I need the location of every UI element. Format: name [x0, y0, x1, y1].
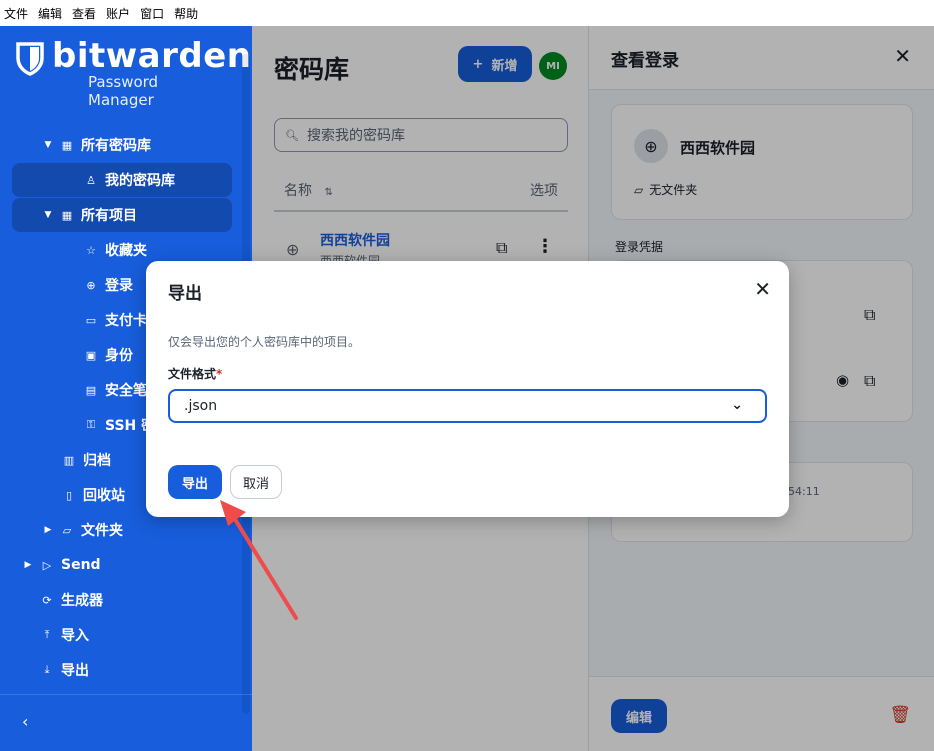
required-mark: * [216, 367, 223, 381]
export-dialog: 导出 ✕ 仅会导出您的个人密码库中的项目。 文件格式* .json ⌄ 导出 取… [146, 261, 789, 517]
note-icon: ▤ [85, 383, 97, 397]
cancel-button[interactable]: 取消 [230, 465, 282, 499]
sidebar-item-import[interactable]: ⤒ 导入 [12, 618, 232, 652]
sidebar-item-label: 我的密码库 [105, 173, 175, 189]
menu-account[interactable]: 账户 [106, 5, 130, 22]
logo-word: bitwarden [52, 36, 252, 76]
shield-icon [16, 42, 44, 76]
generator-icon: ⟳ [42, 593, 52, 607]
collapse-sidebar-icon[interactable]: ‹ [22, 712, 28, 731]
menu-window[interactable]: 窗口 [140, 5, 164, 22]
star-icon: ☆ [86, 243, 96, 257]
sidebar-item-label: 导出 [61, 663, 89, 679]
sidebar-item-label: 登录 [105, 278, 133, 294]
send-icon: ▷ [42, 558, 52, 572]
menu-view[interactable]: 查看 [72, 5, 96, 22]
file-format-select[interactable]: .json ⌄ [168, 389, 767, 423]
dialog-title: 导出 [168, 284, 202, 304]
dialog-hint: 仅会导出您的个人密码库中的项目。 [168, 335, 361, 349]
format-label-text: 文件格式 [168, 367, 217, 381]
sidebar-item-label: 生成器 [61, 593, 103, 609]
sidebar-item-label: 收藏夹 [105, 243, 147, 259]
globe-icon: ⊕ [86, 278, 96, 292]
folder-icon: ▱ [62, 523, 72, 537]
sidebar-item-all-vaults[interactable]: ▼ ▦ 所有密码库 [12, 128, 232, 162]
id-icon: ▣ [85, 348, 97, 362]
format-label: 文件格式* [168, 365, 222, 382]
chevron-down-icon: ⌄ [731, 397, 743, 413]
caret-right-icon: ▶ [24, 560, 32, 570]
sidebar-item-all-items[interactable]: ▼ ▦ 所有项目 [12, 198, 232, 232]
bitwarden-logo: bitwarden Password Manager [16, 36, 251, 109]
sidebar-item-label: Send [61, 557, 101, 573]
grid-icon: ▦ [61, 138, 73, 152]
file-format-value: .json [184, 398, 218, 414]
menu-bar: 文件 编辑 查看 账户 窗口 帮助 [0, 0, 934, 26]
sidebar-item-label: 身份 [105, 348, 133, 364]
key-icon: ⚿ [86, 418, 96, 431]
sidebar-item-label: 支付卡 [105, 313, 147, 329]
sidebar-item-generator[interactable]: ⟳ 生成器 [12, 583, 232, 617]
sidebar-divider [0, 694, 252, 695]
sidebar-item-export[interactable]: ⤓ 导出 [12, 653, 232, 687]
caret-right-icon: ▶ [44, 525, 52, 535]
export-icon: ⤓ [44, 663, 50, 676]
grid-icon: ▦ [61, 208, 73, 222]
caret-down-icon: ▼ [44, 140, 52, 150]
sidebar-item-label: 归档 [83, 453, 111, 469]
trash-icon: ▯ [65, 488, 73, 502]
import-icon: ⤒ [44, 628, 50, 641]
menu-file[interactable]: 文件 [4, 5, 28, 22]
sidebar-item-send[interactable]: ▶ ▷ Send [12, 548, 232, 582]
sidebar-item-label: 所有项目 [81, 208, 137, 224]
sidebar-item-label: 导入 [61, 628, 89, 644]
logo-subtitle: Password Manager [88, 73, 159, 109]
close-icon[interactable]: ✕ [754, 277, 771, 301]
sidebar-item-my-vault[interactable]: ♙ 我的密码库 [12, 163, 232, 197]
sidebar-item-label: 回收站 [83, 488, 125, 504]
sidebar-item-label: 所有密码库 [81, 138, 151, 154]
annotation-arrow [220, 500, 298, 620]
menu-edit[interactable]: 编辑 [38, 5, 62, 22]
menu-help[interactable]: 帮助 [174, 5, 198, 22]
sidebar-item-folders[interactable]: ▶ ▱ 文件夹 [12, 513, 232, 547]
person-icon: ♙ [86, 173, 96, 187]
archive-icon: ▥ [63, 453, 75, 467]
export-button[interactable]: 导出 [168, 465, 222, 499]
card-icon: ▭ [85, 313, 97, 327]
sidebar-item-label: 文件夹 [81, 523, 123, 539]
caret-down-icon: ▼ [44, 210, 52, 220]
